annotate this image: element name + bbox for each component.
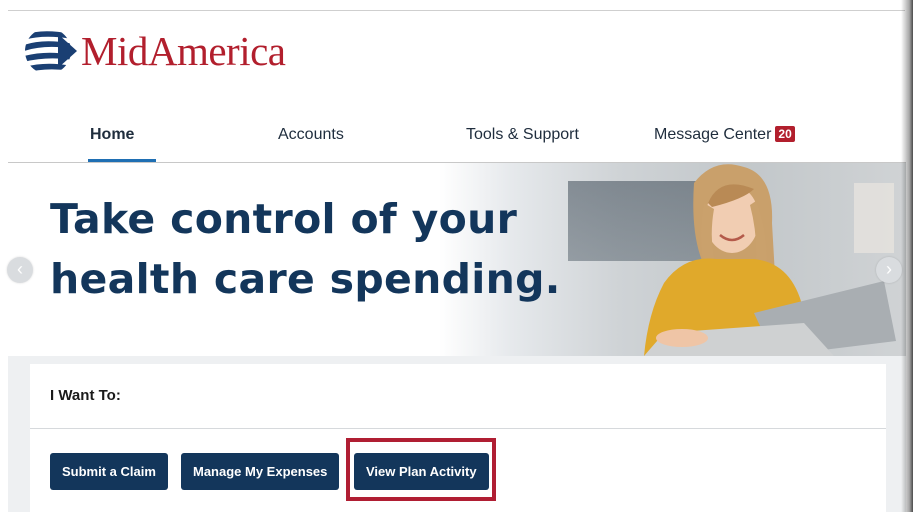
window-edge-shadow: [901, 0, 913, 512]
brand-name: MidAmerica: [81, 27, 286, 74]
i-want-to-panel: I Want To: Submit a Claim Manage My Expe…: [30, 364, 886, 512]
brand-logo[interactable]: MidAmerica: [22, 26, 286, 76]
tab-message-center-label: Message Center: [654, 126, 772, 143]
active-tab-indicator: [88, 159, 156, 162]
manage-expenses-button[interactable]: Manage My Expenses: [181, 453, 340, 490]
top-divider: [8, 10, 905, 11]
hero-headline-line-2: health care spending.: [50, 255, 561, 303]
hero-banner: Take control of your health care spendin…: [8, 163, 906, 356]
chevron-right-icon: ›: [886, 259, 892, 279]
hero-photo-woman-laptop: [644, 164, 896, 356]
hero-headline-line-1: Take control of your: [50, 195, 518, 243]
panel-divider: [30, 428, 886, 429]
submit-claim-button[interactable]: Submit a Claim: [50, 453, 168, 490]
view-plan-activity-button[interactable]: View Plan Activity: [354, 453, 489, 490]
tab-tools-support[interactable]: Tools & Support: [466, 126, 579, 144]
main-nav: Home Accounts Tools & Support Message Ce…: [8, 110, 906, 163]
midamerica-mark-icon: [25, 28, 77, 74]
tab-accounts[interactable]: Accounts: [278, 126, 344, 144]
message-count-badge: 20: [775, 126, 795, 142]
hero-headline: Take control of your health care spendin…: [50, 189, 561, 309]
carousel-next-button[interactable]: ›: [876, 257, 902, 283]
tab-home[interactable]: Home: [90, 126, 134, 144]
panel-title: I Want To:: [50, 387, 121, 404]
carousel-prev-button[interactable]: ‹: [7, 257, 33, 283]
tab-message-center[interactable]: Message Center 20: [654, 126, 795, 144]
chevron-left-icon: ‹: [17, 259, 23, 279]
